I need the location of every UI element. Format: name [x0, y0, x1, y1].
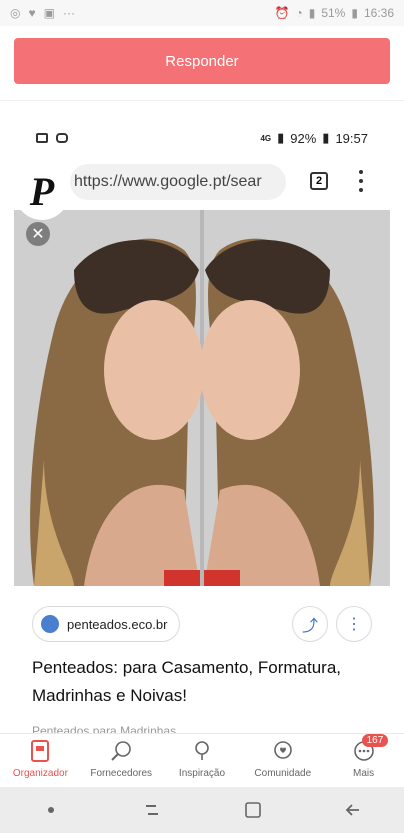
source-row: penteados.eco.br ⤴ ⋮	[14, 606, 390, 642]
nav-label: Inspiração	[178, 768, 226, 779]
battery-level: 51%	[321, 6, 346, 20]
nav-comunidade[interactable]: Comunidade	[242, 734, 323, 787]
recents-icon[interactable]	[132, 797, 172, 823]
tabs-count: 2	[310, 172, 328, 190]
nav-organizador[interactable]: Organizador	[0, 734, 81, 787]
gallery-icon	[36, 133, 48, 143]
reply-button[interactable]: Responder	[14, 38, 390, 84]
nav-inspiracao[interactable]: Inspiração	[162, 734, 243, 787]
globe-icon	[41, 615, 59, 633]
battery-icon: ▮	[351, 6, 358, 20]
more-vertical-icon: ⋮	[336, 606, 372, 642]
hairstyle-photo	[14, 210, 390, 586]
source-chip: penteados.eco.br	[32, 606, 181, 642]
bottom-nav: Organizador Fornecedores Inspiração Comu…	[0, 733, 404, 787]
message-icon: ▣	[43, 6, 55, 20]
book-icon	[29, 740, 51, 762]
system-nav-bar	[0, 787, 404, 833]
instagram-icon	[56, 133, 68, 143]
result-title: Penteados: para Casamento, Formatura, Ma…	[32, 658, 341, 705]
nav-label: Organizador	[12, 768, 68, 779]
battery-icon: ▮	[322, 130, 330, 145]
browser-menu-icon	[354, 168, 368, 194]
notification-badge: 167	[361, 734, 389, 747]
screenshot-status-bar: 4G ▮ 92% ▮ 19:57	[14, 120, 390, 156]
back-icon[interactable]	[334, 797, 374, 823]
status-bar: ◎ ♥ ▣ ··· ⏰ ◔ ▮ 51% ▮ 16:36	[0, 0, 404, 26]
nav-mais[interactable]: 167 Mais	[323, 734, 404, 787]
nav-label: Mais	[353, 768, 375, 779]
share-icon: ⤴	[292, 606, 328, 642]
clock: 16:36	[363, 6, 394, 20]
clock: 19:57	[335, 130, 368, 146]
attached-screenshot[interactable]: 4G ▮ 92% ▮ 19:57 P https://www.google.pt…	[14, 120, 390, 736]
url-field: https://www.google.pt/sear	[70, 164, 286, 200]
search-icon	[110, 740, 132, 762]
more-notifications: ···	[62, 6, 75, 20]
divider	[0, 100, 404, 101]
heart-icon: ♥	[28, 6, 36, 20]
browser-bar: P https://www.google.pt/sear 2	[14, 158, 390, 220]
site-logo: P	[14, 162, 70, 220]
battery-level: 92%	[290, 130, 317, 146]
nav-fornecedores[interactable]: Fornecedores	[81, 734, 162, 787]
dot-icon[interactable]	[31, 797, 71, 823]
network-type: 4G	[260, 133, 272, 143]
wifi-icon: ◔	[295, 6, 303, 20]
nav-label: Comunidade	[254, 768, 312, 779]
signal-icon: ▮	[308, 6, 316, 20]
signal-icon: ▮	[277, 130, 285, 145]
alarm-icon: ⏰	[274, 6, 290, 20]
nav-label: Fornecedores	[90, 768, 153, 779]
home-icon[interactable]	[233, 797, 273, 823]
bulb-icon	[191, 740, 213, 762]
chat-heart-icon	[272, 740, 294, 762]
screen: ◎ ♥ ▣ ··· ⏰ ◔ ▮ 51% ▮ 16:36 Responder 4G…	[0, 0, 404, 833]
whatsapp-icon: ◎	[10, 6, 21, 20]
close-icon: ✕	[26, 222, 50, 246]
source-domain: penteados.eco.br	[67, 616, 168, 632]
